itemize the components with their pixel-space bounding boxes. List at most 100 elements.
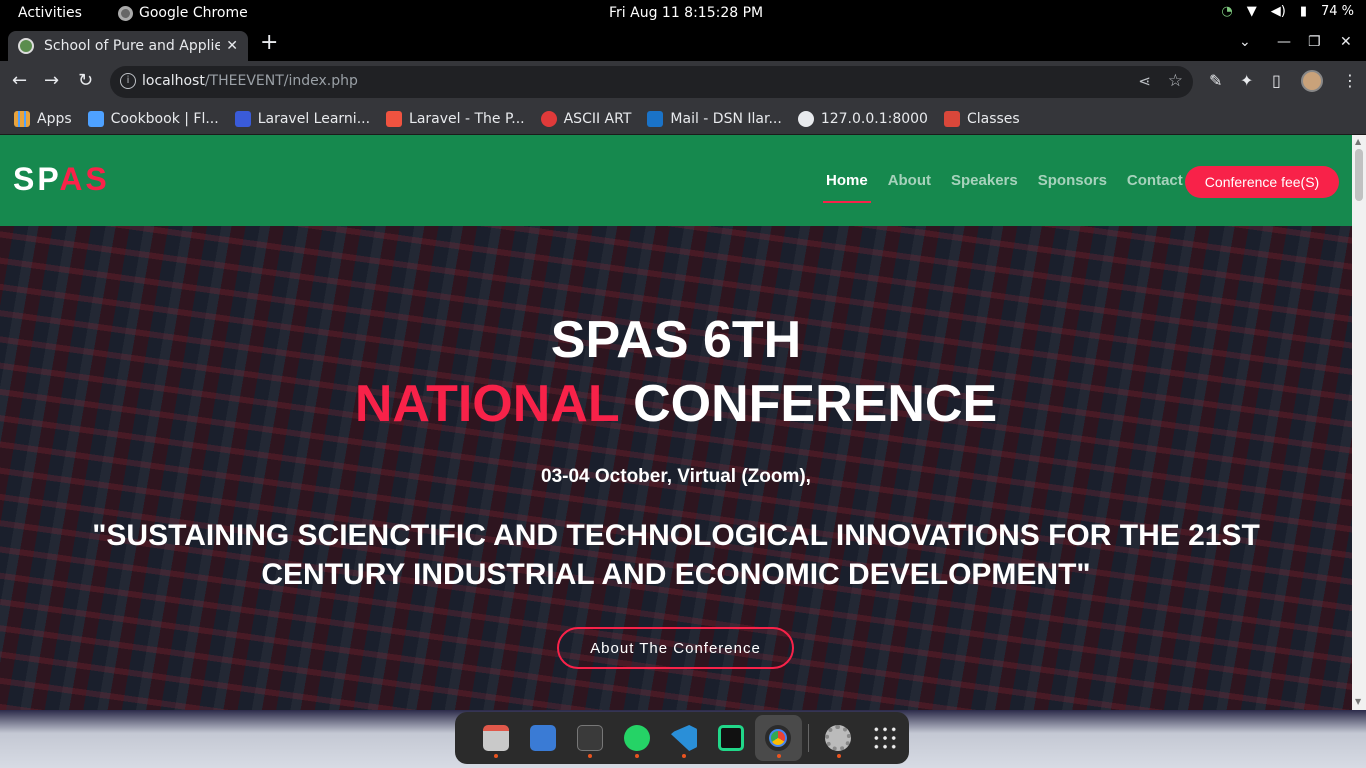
bookmark-laravel-learning[interactable]: Laravel Learni... [234, 110, 371, 127]
close-tab-icon[interactable]: ✕ [226, 38, 238, 54]
back-arrow-icon[interactable]: ← [12, 70, 27, 91]
dock-vscode[interactable] [660, 715, 707, 761]
hero-section: SPAS 6TH NATIONAL CONFERENCE 03-04 Octob… [0, 226, 1352, 710]
bookmark-label: ASCII ART [563, 110, 632, 127]
forward-arrow-icon[interactable]: → [44, 70, 59, 91]
url-host: localhost [142, 73, 205, 89]
side-panel-icon[interactable]: ▯ [1272, 71, 1281, 90]
bookmark-cookbook[interactable]: Cookbook | Fl... [87, 110, 219, 127]
share-icon[interactable]: ⋖ [1138, 72, 1151, 90]
hero-title-line2: NATIONAL CONFERENCE [0, 374, 1352, 434]
bookmark-label: Laravel Learni... [257, 110, 371, 127]
apps-grid-icon [14, 110, 30, 127]
address-bar[interactable]: i localhost/THEEVENT/index.php ⋖ ☆ [110, 66, 1193, 98]
minimize-icon[interactable]: — [1277, 34, 1291, 50]
laravel-icon [386, 110, 403, 127]
bookmark-apps[interactable]: Apps [14, 110, 72, 127]
dock-app-grid[interactable] [862, 715, 909, 761]
whatsapp-icon [623, 725, 650, 751]
bookmark-label: Laravel - The P... [409, 110, 525, 127]
bookmark-laravel[interactable]: Laravel - The P... [386, 110, 525, 127]
running-indicator [836, 754, 841, 758]
page-viewport: SPAS Home About Speakers Sponsors Contac… [0, 135, 1352, 710]
profile-avatar[interactable] [1301, 70, 1323, 92]
bookmark-label: 127.0.0.1:8000 [820, 110, 928, 127]
reload-icon[interactable]: ↻ [78, 70, 93, 91]
bookmark-label: Mail - DSN Ilar... [670, 110, 782, 127]
conference-theme: "SUSTAINING SCIENCTIFIC AND TECHNOLOGICA… [92, 519, 1260, 591]
url-text[interactable]: localhost/THEEVENT/index.php [142, 73, 358, 89]
menu-kebab-icon[interactable]: ⋮ [1342, 71, 1358, 90]
app-menu[interactable]: Google Chrome [118, 5, 248, 21]
tab-title: School of Pure and Applie [44, 38, 221, 54]
browser-tab[interactable]: School of Pure and Applie ✕ [8, 31, 248, 61]
site-info-icon[interactable]: i [120, 73, 136, 89]
system-top-bar: Activities Google Chrome Fri Aug 11 8:15… [0, 0, 1366, 27]
hero-title-white: CONFERENCE [618, 375, 998, 433]
nav-contact[interactable]: Contact [1127, 172, 1183, 189]
volume-icon: ◀) [1270, 4, 1286, 19]
running-indicator [682, 754, 687, 758]
scrollbar-thumb[interactable] [1355, 149, 1363, 201]
running-indicator [494, 754, 498, 758]
system-tray[interactable]: ◔ ▼ ◀) ▮ 74 % [1221, 4, 1354, 19]
dock-terminal[interactable] [566, 715, 613, 761]
nav-speakers[interactable]: Speakers [951, 172, 1018, 189]
dock-settings[interactable] [815, 715, 862, 761]
site-logo[interactable]: SPAS [13, 161, 110, 198]
bookmark-mail[interactable]: Mail - DSN Ilar... [647, 110, 782, 127]
about-conference-button[interactable]: About The Conference [557, 627, 794, 669]
flutter-icon [87, 110, 104, 127]
dock-pycharm[interactable] [708, 715, 755, 761]
url-path: /THEEVENT/index.php [204, 73, 358, 89]
nav-about[interactable]: About [888, 172, 931, 189]
logo-part-white: SP [13, 161, 60, 197]
scroll-up-icon[interactable]: ▲ [1355, 137, 1361, 146]
site-favicon-icon [18, 38, 34, 54]
dock [455, 712, 909, 764]
extensions-puzzle-icon[interactable]: ✦ [1240, 71, 1253, 90]
main-nav: Home About Speakers Sponsors Contact [823, 172, 1183, 203]
nav-home[interactable]: Home [823, 172, 871, 203]
globe-icon [797, 110, 814, 127]
new-tab-button[interactable]: + [260, 30, 278, 55]
bookmark-ascii-art[interactable]: ASCII ART [540, 110, 632, 127]
vscode-icon [670, 725, 697, 751]
app-grid-icon [872, 725, 899, 751]
hero-title-red: NATIONAL [354, 375, 619, 433]
bookmark-localhost[interactable]: 127.0.0.1:8000 [797, 110, 928, 127]
running-indicator [588, 754, 593, 758]
chrome-icon [765, 725, 792, 751]
outlook-icon [647, 110, 664, 127]
page-scrollbar[interactable]: ▲ ▼ [1352, 135, 1366, 710]
text-editor-icon [529, 725, 556, 751]
pycharm-icon [718, 725, 745, 751]
maximize-icon[interactable]: ❐ [1308, 34, 1321, 50]
hero-title-line1: SPAS 6TH [550, 311, 802, 369]
dock-text-editor[interactable] [519, 715, 566, 761]
site-header: SPAS Home About Speakers Sponsors Contac… [0, 135, 1352, 226]
nav-sponsors[interactable]: Sponsors [1038, 172, 1107, 189]
network-status-icon: ◔ [1221, 4, 1233, 19]
dock-files[interactable] [472, 715, 519, 761]
bookmark-star-icon[interactable]: ☆ [1168, 71, 1183, 91]
files-icon [482, 725, 509, 751]
bookmark-label: Cookbook | Fl... [110, 110, 219, 127]
close-window-icon[interactable]: ✕ [1340, 34, 1352, 50]
tab-search-icon[interactable]: ⌄ [1239, 34, 1251, 50]
tab-strip: School of Pure and Applie ✕ [0, 27, 1366, 61]
bookmark-label: Classes [966, 110, 1020, 127]
running-indicator [635, 754, 640, 758]
clock[interactable]: Fri Aug 11 8:15:28 PM [609, 5, 763, 21]
bookmarks-bar: Apps Cookbook | Fl... Laravel Learni... … [0, 103, 1366, 134]
heart-icon [540, 110, 557, 127]
eyedropper-extension-icon[interactable]: ✎ [1209, 71, 1222, 90]
battery-level: 74 % [1320, 4, 1354, 19]
scroll-down-icon[interactable]: ▼ [1355, 697, 1361, 706]
dock-whatsapp[interactable] [613, 715, 660, 761]
dock-separator [807, 724, 809, 752]
activities-button[interactable]: Activities [18, 5, 82, 21]
conference-fee-button[interactable]: Conference fee(S) [1185, 166, 1339, 198]
bookmark-classes[interactable]: Classes [943, 110, 1020, 127]
dock-chrome[interactable] [754, 715, 802, 761]
